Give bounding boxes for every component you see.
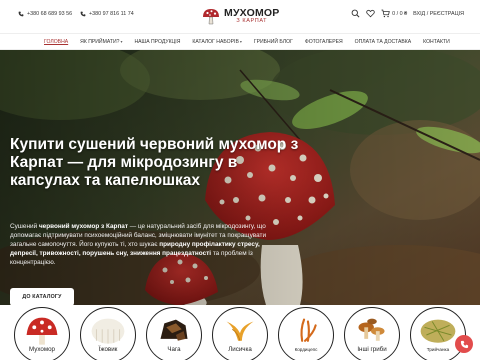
nav-item-label: ГОЛОВНА [44,38,69,45]
logo-subtitle: З КАРПАТ [236,18,268,24]
category-label: Їжовик [81,346,135,354]
hero-text-part: Сушений [10,223,39,230]
nav-item-label: НАША ПРОДУКЦІЯ [134,38,181,45]
site-logo[interactable]: МУХОМОР З КАРПАТ [201,3,280,29]
hero-text-bold: червоний мухомор з Карпат [38,223,128,230]
phone-icon [18,11,24,17]
category-other-mushrooms[interactable]: Інші гриби [344,307,400,360]
cart-button[interactable]: 0 / 0 ₴ [381,9,407,18]
top-bar: +380 68 689 93 56 +380 97 816 11 74 МУХО… [0,0,480,33]
nav-item-label: ОПЛАТА ТА ДОСТАВКА [354,38,412,45]
category-chanterelle[interactable]: Лисичка [212,307,268,360]
nav-item-label: КАТАЛОГ НАБОРІВ [192,38,239,45]
nav-item-gallery[interactable]: ФОТОГАЛЕРЕЯ [299,34,349,49]
nav-item-sets-catalog[interactable]: КАТАЛОГ НАБОРІВ ▾ [186,34,247,49]
category-strip: Мухомор Їжовик Чага Лисичка Кордицепс Ін… [0,305,480,360]
logo-title: МУХОМОР [224,6,280,19]
category-label: Лисичка [213,346,267,354]
cart-icon [381,9,390,18]
category-label: Інші гриби [345,346,399,354]
category-fly-agaric[interactable]: Мухомор [14,307,70,360]
category-label: Чага [147,346,201,354]
chevron-down-icon: ▾ [239,39,242,44]
phone-number-2: +380 97 816 11 74 [89,11,134,17]
nav-item-label: ГРИБНИЙ БЛОГ [253,38,293,45]
nav-item-home[interactable]: ГОЛОВНА [38,34,74,49]
nav-item-label: ФОТОГАЛЕРЕЯ [304,38,343,45]
nav-item-blog[interactable]: ГРИБНИЙ БЛОГ [248,34,299,49]
nav-item-label: ЯК ПРИЙМАТИ? [80,38,120,45]
category-chaga[interactable]: Чага [146,307,202,360]
nav-item-contacts[interactable]: КОНТАКТИ [417,34,456,49]
category-herbs[interactable]: Трийчанка [410,307,466,360]
phone-link-1[interactable]: +380 68 689 93 56 [18,11,72,17]
hero-description: Сушений червоний мухомор з Карпат — це н… [10,222,282,267]
main-nav: ГОЛОВНА ЯК ПРИЙМАТИ? ▾ НАША ПРОДУКЦІЯ КАТ… [0,33,480,50]
login-register-link[interactable]: ВХІД / РЕЄСТРАЦІЯ [413,11,464,17]
chevron-down-icon: ▾ [120,39,123,44]
header-tools: 0 / 0 ₴ ВХІД / РЕЄСТРАЦІЯ [351,9,464,18]
wishlist-heart-icon[interactable] [366,9,375,18]
nav-item-products[interactable]: НАША ПРОДУКЦІЯ [128,34,186,49]
phone-icon [80,11,86,17]
nav-item-how-to-take[interactable]: ЯК ПРИЙМАТИ? ▾ [74,34,128,49]
category-cordyceps[interactable]: Кордицепс [278,307,334,360]
phone-number-1: +380 68 689 93 56 [27,11,73,17]
cart-total: 0 / 0 ₴ [392,10,408,17]
phone-link-2[interactable]: +380 97 816 11 74 [80,11,134,17]
hero-title: Купити сушений червоний мухомор з Карпат… [10,136,299,189]
search-icon[interactable] [351,9,360,18]
call-button[interactable] [455,335,473,353]
mushroom-logo-icon [203,9,219,25]
category-lions-mane[interactable]: Їжовик [80,307,136,360]
hero-banner: Купити сушений червоний мухомор з Карпат… [0,50,480,305]
nav-item-payment-delivery[interactable]: ОПЛАТА ТА ДОСТАВКА [349,34,418,49]
category-label: Кордицепс [279,346,333,354]
category-label: Мухомор [15,346,69,354]
to-catalog-button[interactable]: ДО КАТАЛОГУ [10,288,74,305]
phone-icon [460,340,468,348]
nav-item-label: КОНТАКТИ [423,38,450,45]
